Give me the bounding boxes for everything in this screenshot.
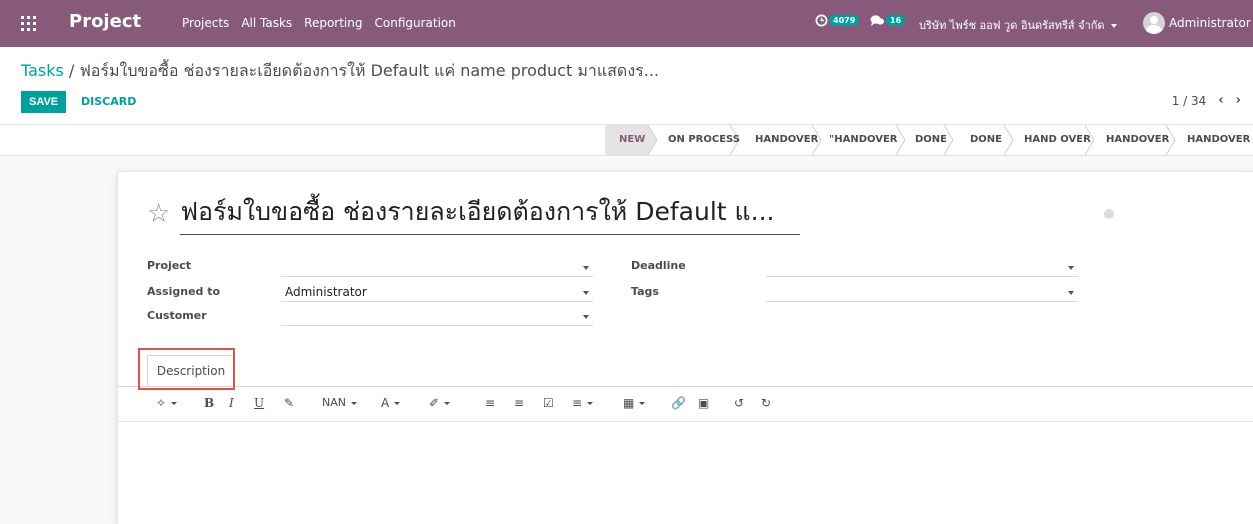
kanban-state-icon[interactable]	[1104, 209, 1114, 219]
customer-label: Customer	[147, 309, 207, 322]
undo-icon[interactable]: ↺	[734, 396, 744, 410]
deadline-field[interactable]	[766, 258, 1078, 277]
chat-bubbles-icon	[870, 15, 884, 27]
breadcrumb-current: ฟอร์มใบขอซื้อ ช่องรายละเอียดต้องการให้ D…	[79, 61, 659, 80]
discard-button[interactable]: DISCARD	[81, 91, 136, 113]
editor-toolbar: ✧ B I U ✎ NAN A ✐ ≡ ≡ ☑ ≡ ▦ 🔗 ▣ ↺ ↻	[118, 387, 1253, 422]
app-brand[interactable]: Project	[69, 11, 141, 32]
apps-menu-icon[interactable]	[21, 16, 36, 31]
top-navbar: Project Projects All Tasks Reporting Con…	[0, 0, 1253, 47]
chevron-down-icon	[1110, 24, 1117, 28]
main-menu: Projects All Tasks Reporting Configurati…	[182, 16, 468, 30]
underline-icon[interactable]: U	[254, 396, 264, 410]
bold-icon[interactable]: B	[204, 396, 214, 410]
stage-new[interactable]: NEW	[619, 125, 646, 155]
bullet-list-icon[interactable]: ≡	[485, 396, 495, 410]
activity-count-badge: 4079	[829, 15, 860, 26]
stage-on-process[interactable]: ON PROCESS	[668, 125, 740, 155]
message-count-badge: 16	[886, 15, 906, 26]
customer-field[interactable]	[281, 307, 593, 326]
redo-icon[interactable]: ↻	[761, 396, 771, 410]
stage-statusbar: NEW ON PROCESS HANDOVER "HANDOVER DONE D…	[0, 125, 1253, 156]
assigned-to-field[interactable]: Administrator	[281, 283, 593, 302]
image-icon[interactable]: ▣	[698, 396, 709, 410]
menu-projects[interactable]: Projects	[182, 16, 229, 30]
pager-value[interactable]: 1 / 34	[1172, 94, 1207, 108]
eraser-icon[interactable]: ✎	[284, 396, 294, 410]
chevron-down-icon	[583, 266, 589, 270]
activity-button[interactable]: 4079	[815, 14, 860, 27]
chevron-down-icon	[1068, 291, 1074, 295]
chevron-down-icon	[1068, 266, 1074, 270]
breadcrumb: Tasks / ฟอร์มใบขอซื้อ ช่องรายละเอียดต้อง…	[21, 59, 659, 84]
align-icon[interactable]: ≡	[572, 396, 593, 410]
deadline-label: Deadline	[631, 259, 686, 272]
user-name: Administrator	[1169, 16, 1251, 30]
stage-handover-2[interactable]: "HANDOVER	[829, 125, 898, 155]
stage-handover-3[interactable]: HANDOVER	[1106, 125, 1169, 155]
table-icon[interactable]: ▦	[623, 396, 645, 410]
tags-field[interactable]	[766, 283, 1078, 302]
numbered-list-icon[interactable]: ≡	[514, 396, 524, 410]
font-size-dropdown[interactable]: NAN	[322, 396, 357, 409]
stage-handover-1[interactable]: HANDOVER	[755, 125, 818, 155]
chevron-down-icon	[583, 315, 589, 319]
breadcrumb-separator: /	[63, 61, 80, 80]
clock-icon	[815, 14, 828, 27]
chevron-left-icon[interactable]: ‹	[1218, 93, 1223, 108]
company-switcher[interactable]: บริษัท ไพร์ช ออฟ วูด อินดรัสทรีส์ จำกัด	[919, 16, 1117, 34]
control-panel: Tasks / ฟอร์มใบขอซื้อ ช่องรายละเอียดต้อง…	[0, 47, 1253, 125]
title-row: ☆ ฟอร์มใบขอซื้อ ช่องรายละเอียดต้องการให้…	[147, 192, 801, 235]
project-label: Project	[147, 259, 192, 272]
assigned-to-label: Assigned to	[147, 285, 221, 298]
star-icon[interactable]: ☆	[147, 199, 170, 229]
link-icon[interactable]: 🔗	[671, 396, 686, 410]
avatar	[1143, 12, 1165, 34]
stage-hand-over[interactable]: HAND OVER	[1024, 125, 1091, 155]
project-field[interactable]	[281, 258, 593, 277]
messages-button[interactable]: 16	[870, 14, 906, 27]
stage-done-2[interactable]: DONE	[970, 125, 1002, 155]
save-button[interactable]: SAVE	[21, 91, 67, 113]
chevron-down-icon	[583, 291, 589, 295]
company-name: บริษัท ไพร์ช ออฟ วูด อินดรัสทรีส์ จำกัด	[919, 19, 1105, 32]
highlight-brush-icon[interactable]: ✐	[429, 396, 450, 410]
chevron-right-icon[interactable]: ›	[1236, 93, 1241, 108]
stage-done-1[interactable]: DONE	[915, 125, 947, 155]
user-menu[interactable]: Administrator	[1143, 12, 1253, 34]
menu-reporting[interactable]: Reporting	[304, 16, 362, 30]
magic-wand-icon[interactable]: ✧	[156, 396, 177, 410]
menu-configuration[interactable]: Configuration	[375, 16, 456, 30]
pager: 1 / 34 ‹ ›	[1172, 93, 1241, 108]
task-title-input[interactable]: ฟอร์มใบขอซื้อ ช่องรายละเอียดต้องการให้ D…	[180, 192, 801, 235]
highlight-box	[138, 348, 235, 390]
assigned-to-value: Administrator	[285, 285, 367, 299]
stage-handover-4[interactable]: HANDOVER	[1187, 125, 1250, 155]
breadcrumb-tasks-link[interactable]: Tasks	[21, 61, 64, 80]
italic-icon[interactable]: I	[229, 396, 234, 410]
checklist-icon[interactable]: ☑	[543, 396, 554, 410]
font-color-icon[interactable]: A	[381, 396, 400, 410]
description-editor[interactable]	[118, 422, 1253, 524]
tags-label: Tags	[631, 285, 659, 298]
menu-all-tasks[interactable]: All Tasks	[241, 16, 292, 30]
form-sheet: ☆ ฟอร์มใบขอซื้อ ช่องรายละเอียดต้องการให้…	[117, 171, 1253, 524]
